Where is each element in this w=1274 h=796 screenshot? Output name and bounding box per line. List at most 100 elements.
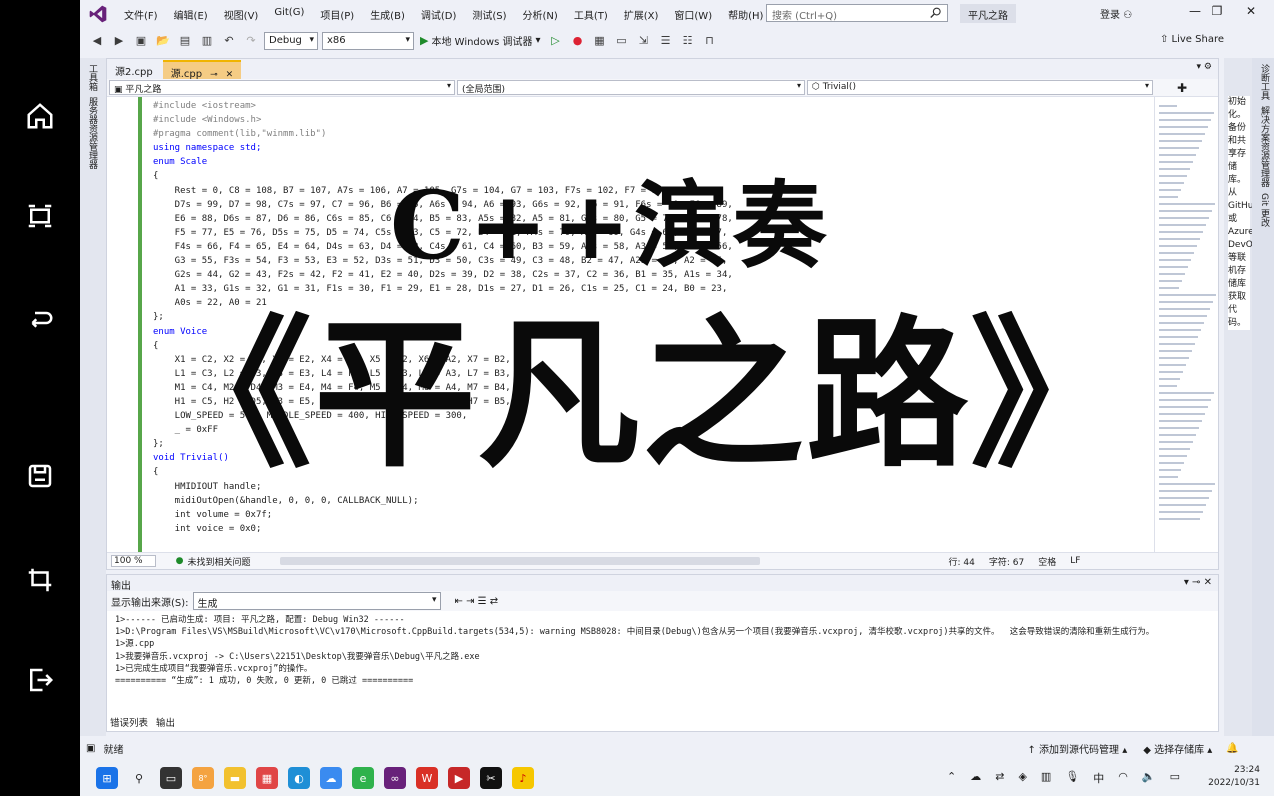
music-app-icon[interactable]: ♪ [512, 767, 534, 789]
save-all-icon[interactable]: ▥ [198, 32, 216, 50]
wifi-icon[interactable]: ◠ [1118, 770, 1128, 786]
scope-dropdown[interactable]: (全局范围) [457, 80, 805, 95]
ime-indicator[interactable]: 中 [1093, 770, 1104, 786]
back-icon[interactable] [22, 300, 58, 336]
output-source-select[interactable]: 生成 [192, 592, 441, 610]
battery-icon[interactable]: ▭ [1170, 770, 1180, 786]
member-dropdown[interactable]: ⬡ Trivial() [807, 80, 1153, 95]
platform-select[interactable]: x86 [322, 31, 414, 50]
search-taskbar-icon[interactable]: ⚲ [128, 767, 150, 789]
crop-icon[interactable] [22, 562, 58, 598]
tab-source-active[interactable]: 源.cpp ⊸ ✕ [162, 60, 242, 80]
volume-icon[interactable]: 🔈 [1142, 770, 1156, 786]
editor-minimap[interactable] [1154, 97, 1218, 552]
app-red-icon[interactable]: ▦ [256, 767, 278, 789]
store-icon[interactable]: ☁ [320, 767, 342, 789]
redo-icon[interactable]: ↷ [242, 32, 260, 50]
maximize-button[interactable]: ❐ [1206, 4, 1228, 22]
menu-item[interactable]: 帮助(H) [720, 7, 771, 22]
minimize-button[interactable]: — [1184, 4, 1206, 22]
horizontal-scrollbar[interactable] [280, 557, 761, 565]
uncomment-icon[interactable]: ☷ [679, 32, 697, 50]
start-without-debugging-icon[interactable]: ▷ [547, 32, 565, 50]
start-button-icon[interactable]: ⊞ [96, 767, 118, 789]
panel-controls-icon[interactable]: ▾ ⊸ ✕ [1184, 577, 1212, 588]
step-icon[interactable]: ⇲ [635, 32, 653, 50]
run-debugger-button[interactable]: ▶ 本地 Windows 调试器 ▾ [420, 33, 541, 48]
ie-icon[interactable]: e [352, 767, 374, 789]
file-explorer-icon[interactable]: ▬ [224, 767, 246, 789]
chart-tray-icon[interactable]: ▥ [1041, 770, 1051, 786]
toolbox-tab[interactable]: 工具箱 [86, 64, 99, 91]
configuration-select[interactable]: Debug [264, 31, 318, 50]
server-explorer-tab[interactable]: 服务器资源管理器 [86, 97, 99, 169]
menu-item[interactable]: 测试(S) [464, 7, 514, 22]
tab-output[interactable]: 输出 [152, 714, 180, 730]
menu-item[interactable]: 调试(D) [413, 7, 465, 22]
save-icon[interactable]: ▤ [176, 32, 194, 50]
visual-studio-taskbar-icon[interactable]: ∞ [384, 767, 406, 789]
pin-icon[interactable]: ⊸ [210, 70, 218, 80]
menu-item[interactable]: 分析(N) [515, 7, 566, 22]
task-view-icon[interactable]: ▭ [160, 767, 182, 789]
menu-item[interactable]: 窗口(W) [666, 7, 720, 22]
split-icon[interactable]: ✚ [1177, 81, 1187, 95]
project-dropdown[interactable]: ▣ 平凡之路 [109, 80, 455, 95]
minimap-line [1159, 504, 1206, 506]
mic-icon[interactable]: 🎙 [1065, 770, 1079, 786]
menu-item[interactable]: 视图(V) [216, 7, 267, 22]
sync-icon[interactable]: ⇄ [995, 770, 1004, 786]
comment-icon[interactable]: ☰ [657, 32, 675, 50]
spaces-indicator[interactable]: 空格 [1038, 555, 1056, 568]
add-source-control-button[interactable]: ↑ 添加到源代码管理 ▴ [1027, 741, 1127, 756]
cloud-icon[interactable]: ☁ [970, 770, 981, 786]
git-changes-tab[interactable]: Git 更改 [1258, 193, 1271, 227]
diagnostic-icon[interactable]: ▦ [591, 32, 609, 50]
select-repo-button[interactable]: ◆ 选择存储库 ▴ [1143, 741, 1212, 756]
diagnostic-tools-tab[interactable]: 诊断工具 [1258, 64, 1271, 100]
menu-item[interactable]: 生成(B) [362, 7, 413, 22]
zoom-select[interactable]: 100 % [111, 555, 156, 567]
video-app-icon[interactable]: ▶ [448, 767, 470, 789]
weather-icon[interactable]: 8° [192, 767, 214, 789]
bookmark-icon[interactable]: ⊓ [701, 32, 719, 50]
capcut-icon[interactable]: ✂ [480, 767, 502, 789]
menu-item[interactable]: 编辑(E) [166, 7, 216, 22]
solution-explorer-tab[interactable]: 解决方案资源管理器 [1258, 106, 1271, 187]
close-button[interactable]: ✕ [1240, 4, 1262, 22]
notification-bell-icon[interactable]: 🔔 [1226, 743, 1238, 754]
close-tab-icon[interactable]: ✕ [226, 70, 234, 80]
undo-icon[interactable]: ↶ [220, 32, 238, 50]
menu-item[interactable]: Git(G) [266, 7, 312, 22]
tab-error-list[interactable]: 错误列表 [106, 714, 152, 730]
menu-item[interactable]: 项目(P) [312, 7, 362, 22]
layout-icon[interactable]: ▭ [613, 32, 631, 50]
output-text[interactable]: 1>------ 已启动生成: 项目: 平凡之路, 配置: Debug Win3… [107, 611, 1218, 690]
select-icon[interactable] [22, 198, 58, 234]
show-hidden-icon[interactable]: ⌃ [947, 770, 956, 786]
search-input[interactable]: 搜索 (Ctrl+Q) [766, 4, 948, 22]
menu-item[interactable]: 扩展(X) [616, 7, 667, 22]
navigate-forward-icon[interactable]: ▶ [110, 32, 128, 50]
tab-source2[interactable]: 源2.cpp [107, 60, 161, 79]
phone-icon[interactable]: ◈ [1018, 770, 1026, 786]
save-icon[interactable] [22, 458, 58, 494]
new-project-icon[interactable]: ▣ [132, 32, 150, 50]
hot-reload-icon[interactable]: ● [569, 32, 587, 50]
clear-output-icon[interactable]: ⇤ ⇥ ☰ ⇄ [455, 596, 499, 607]
edge-icon[interactable]: ◐ [288, 767, 310, 789]
wps-icon[interactable]: W [416, 767, 438, 789]
tab-options-icon[interactable]: ▾ ⚙ [1197, 62, 1212, 72]
menu-item[interactable]: 文件(F) [116, 7, 166, 22]
exit-icon[interactable] [22, 662, 58, 698]
open-icon[interactable]: 📂 [154, 32, 172, 50]
live-share-button[interactable]: ⇧ Live Share [1160, 34, 1224, 45]
login-button[interactable]: 登录 ⚇ [1100, 6, 1132, 21]
clock[interactable]: 23:24 2022/10/31 [1208, 764, 1260, 790]
issues-text[interactable]: 未找到相关问题 [187, 555, 250, 568]
menu-item[interactable]: 工具(T) [566, 7, 616, 22]
navigate-back-icon[interactable]: ◀ [88, 32, 106, 50]
home-icon[interactable] [22, 98, 58, 134]
menu-items: 文件(F) 编辑(E) 视图(V) Git(G) 项目(P) 生成(B) 调试(D) 测试(S… [116, 7, 771, 22]
eol-indicator[interactable]: LF [1070, 556, 1080, 566]
